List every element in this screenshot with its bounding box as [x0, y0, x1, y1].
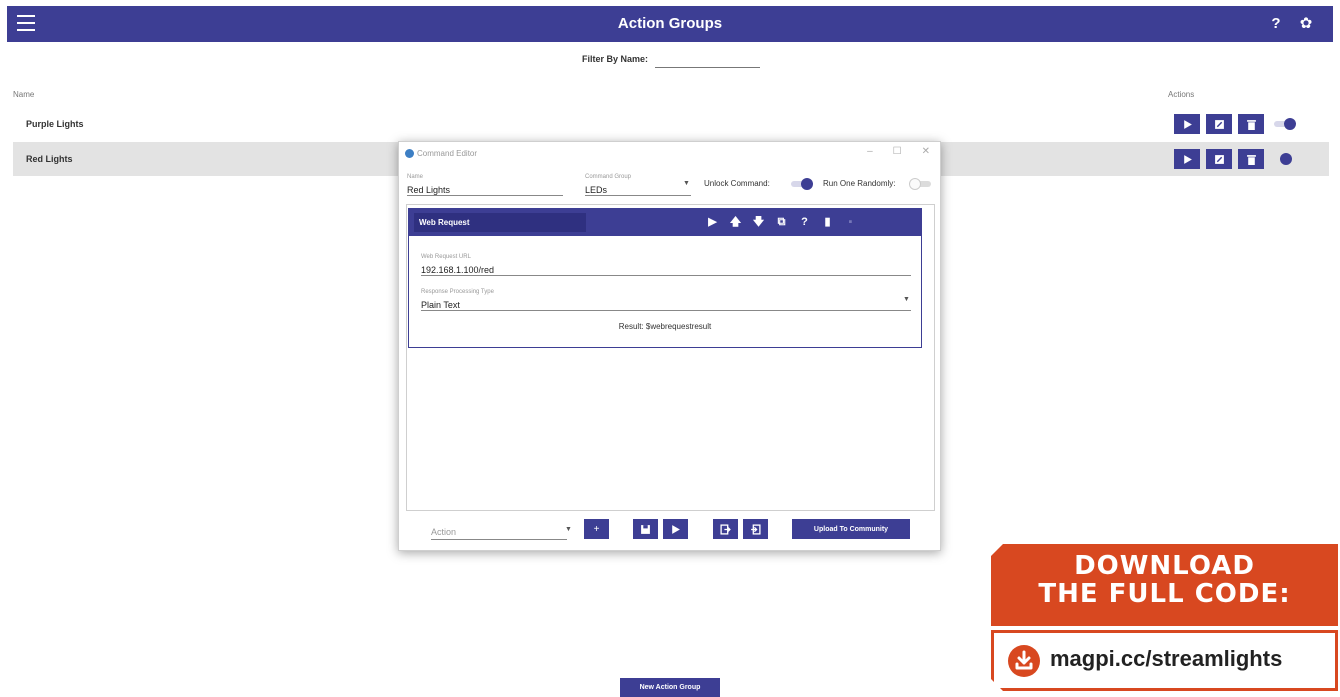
export-icon — [720, 523, 731, 535]
arrow-up-icon[interactable]: 🡅 — [724, 213, 747, 232]
play-button[interactable] — [1174, 114, 1200, 134]
url-field[interactable]: Web Request URL 192.168.1.100/red — [421, 254, 911, 276]
run-one-toggle[interactable] — [909, 177, 933, 191]
promo-line1: DOWNLOAD — [1074, 551, 1255, 581]
trash-icon — [1246, 154, 1256, 165]
unlock-toggle[interactable] — [789, 177, 813, 191]
add-button[interactable]: + — [584, 519, 609, 539]
row-actions — [1174, 114, 1296, 134]
close-icon[interactable]: ✕ — [922, 146, 930, 157]
row-label: Red Lights — [26, 154, 73, 164]
save-button[interactable] — [633, 519, 658, 539]
edit-icon — [1214, 119, 1224, 129]
result-text: Result: $webrequestresult — [618, 322, 712, 331]
help-icon[interactable]: ? — [793, 213, 816, 232]
name-label: Name — [407, 174, 424, 180]
download-promo: DOWNLOAD THE FULL CODE: magpi.cc/streaml… — [991, 544, 1338, 691]
trash-icon[interactable]: ▮ — [816, 213, 839, 232]
edit-button[interactable] — [1206, 114, 1232, 134]
action-select[interactable]: Action — [431, 522, 567, 540]
enable-toggle[interactable] — [1272, 152, 1296, 166]
promo-header: DOWNLOAD THE FULL CODE: — [991, 544, 1338, 626]
command-name[interactable]: Web Request — [414, 213, 586, 232]
export-button[interactable] — [713, 519, 738, 539]
unlock-label: Unlock Command: — [704, 179, 770, 188]
minimize-icon[interactable]: – — [867, 146, 873, 157]
url-value: 192.168.1.100/red — [421, 265, 495, 275]
promo-link-box[interactable]: magpi.cc/streamlights — [991, 630, 1338, 691]
chevron-down-icon[interactable]: ▼ — [903, 296, 910, 303]
edit-icon — [1214, 154, 1224, 164]
run-button[interactable] — [663, 519, 688, 539]
group-value: LEDs — [585, 185, 608, 195]
window-controls: – ☐ ✕ — [867, 146, 930, 157]
processing-value: Plain Text — [421, 300, 460, 310]
command-group-select[interactable]: Command Group LEDs — [585, 174, 691, 196]
delete-button[interactable] — [1238, 149, 1264, 169]
promo-line2: THE FULL CODE: — [1038, 579, 1291, 609]
column-header-name: Name — [13, 90, 35, 99]
name-field[interactable]: Name Red Lights — [407, 174, 563, 196]
copy-icon[interactable]: ⧉ — [770, 213, 793, 232]
row-label: Purple Lights — [26, 119, 84, 129]
command-card: Web Request ▶ 🡅 🡇 ⧉ ? ▮ ▪ Web Request UR… — [408, 208, 922, 348]
name-value: Red Lights — [407, 185, 451, 195]
trash-icon — [1246, 119, 1256, 130]
command-list: Web Request ▶ 🡅 🡇 ⧉ ? ▮ ▪ Web Request UR… — [406, 204, 935, 511]
download-icon — [1008, 645, 1040, 677]
command-header: Web Request ▶ 🡅 🡇 ⧉ ? ▮ ▪ — [409, 209, 921, 236]
help-icon[interactable]: ? — [1265, 13, 1287, 35]
chevron-down-icon[interactable]: ▼ — [565, 526, 572, 533]
command-editor-dialog: Command Editor – ☐ ✕ Name Red Lights Com… — [398, 141, 941, 551]
upload-to-community-button[interactable]: Upload To Community — [792, 519, 910, 539]
new-action-group-button[interactable]: New Action Group — [620, 678, 720, 697]
drag-handle-icon[interactable]: ▪ — [839, 213, 862, 232]
group-label: Command Group — [585, 174, 632, 180]
enable-toggle[interactable] — [1272, 117, 1296, 131]
import-button[interactable] — [743, 519, 768, 539]
filter-label: Filter By Name: — [582, 54, 649, 64]
processing-type-select[interactable]: Response Processing Type Plain Text — [421, 289, 911, 311]
dialog-title: Command Editor — [417, 149, 478, 158]
app-bar: Action Groups ? ✿ — [7, 6, 1333, 42]
table-row[interactable]: Purple Lights — [13, 107, 1329, 141]
arrow-down-icon[interactable]: 🡇 — [747, 213, 770, 232]
command-toolbar: ▶ 🡅 🡇 ⧉ ? ▮ ▪ — [701, 213, 862, 232]
promo-url[interactable]: magpi.cc/streamlights — [1050, 646, 1282, 672]
app-icon — [405, 149, 414, 158]
page-title: Action Groups — [617, 15, 723, 32]
play-icon — [672, 524, 680, 534]
import-icon — [751, 523, 761, 535]
promo-heading: DOWNLOAD THE FULL CODE: — [991, 552, 1338, 608]
delete-button[interactable] — [1238, 114, 1264, 134]
action-placeholder: Action — [431, 527, 457, 537]
play-icon — [1183, 154, 1192, 164]
processing-label: Response Processing Type — [421, 289, 494, 295]
column-header-actions: Actions — [1168, 90, 1195, 99]
play-icon — [1183, 119, 1192, 129]
row-actions — [1174, 149, 1296, 169]
play-icon[interactable]: ▶ — [701, 213, 724, 232]
url-label: Web Request URL — [421, 254, 471, 260]
play-button[interactable] — [1174, 149, 1200, 169]
dialog-footer: Action ▼ + Upload To Community — [399, 516, 942, 546]
run-one-label: Run One Randomly: — [823, 179, 896, 188]
maximize-icon[interactable]: ☐ — [893, 146, 902, 157]
save-icon — [641, 524, 650, 534]
chevron-down-icon[interactable]: ▼ — [683, 180, 690, 187]
edit-button[interactable] — [1206, 149, 1232, 169]
gear-icon[interactable]: ✿ — [1295, 13, 1317, 35]
filter-input[interactable] — [655, 52, 760, 68]
